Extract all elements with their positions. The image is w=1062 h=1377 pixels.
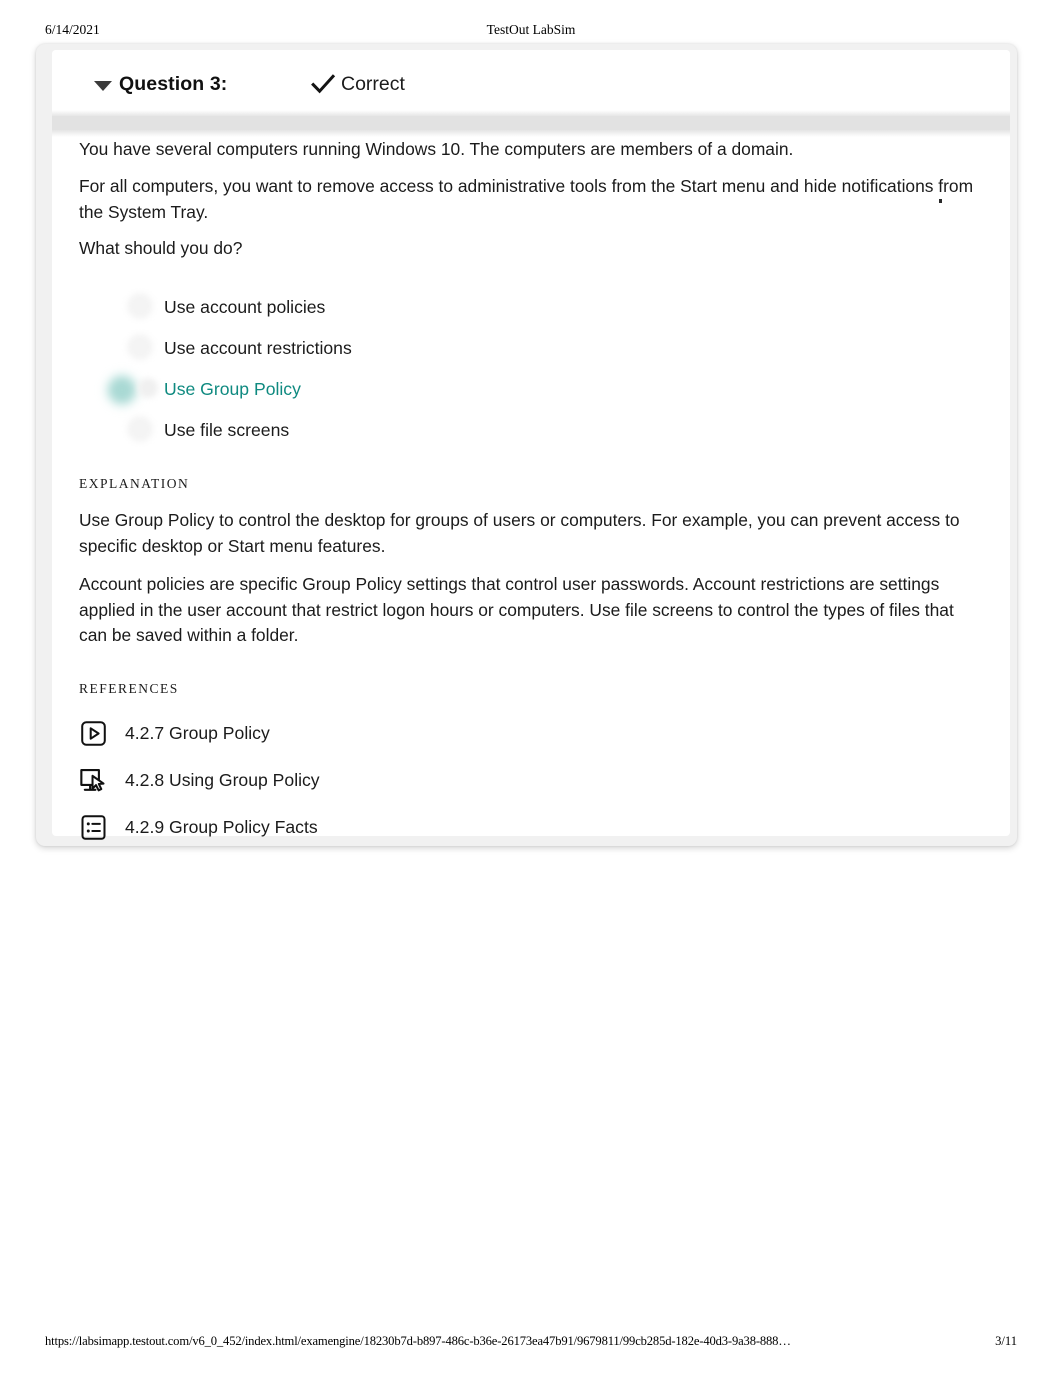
answer-option-label: Use account restrictions (164, 337, 352, 358)
page-artifact-dot (939, 199, 942, 203)
radio-button[interactable] (130, 336, 152, 359)
radio-button-selected[interactable] (110, 377, 158, 402)
question-number-label: Question 3: (119, 73, 228, 95)
reference-item-label: 4.2.7 Group Policy (125, 723, 270, 744)
references-section: REFERENCES 4.2.7 Group Policy 4.2.8 Usin… (52, 681, 1010, 851)
question-status-label: Correct (341, 73, 405, 95)
radio-button[interactable] (130, 295, 152, 318)
print-footer: https://labsimapp.testout.com/v6_0_452/i… (0, 1334, 1062, 1354)
facts-list-icon (79, 813, 108, 842)
print-footer-page-number: 3/11 (995, 1334, 1017, 1348)
reference-item-label: 4.2.8 Using Group Policy (125, 770, 320, 791)
header-divider (52, 116, 1010, 130)
question-card: Question 3: Correct You have several com… (36, 44, 1017, 846)
references-heading: REFERENCES (79, 681, 179, 697)
question-header[interactable]: Question 3: Correct (52, 50, 1010, 116)
print-title: TestOut LabSim (486, 22, 576, 37)
answer-option-1[interactable]: Use account restrictions (52, 327, 1010, 368)
explanation-heading: EXPLANATION (79, 476, 190, 492)
question-prompt-line: For all computers, you want to remove ac… (79, 175, 974, 222)
question-prompt-line: You have several computers running Windo… (79, 139, 794, 159)
question-card-body: Question 3: Correct You have several com… (52, 50, 1010, 840)
caret-down-icon[interactable] (94, 81, 112, 91)
print-header: 6/14/2021 TestOut LabSim (0, 22, 1062, 42)
reference-item-2[interactable]: 4.2.9 Group Policy Facts (52, 804, 1010, 851)
checkmark-icon (310, 72, 336, 98)
radio-circle-selected-icon (110, 377, 134, 402)
radio-circle-icon (130, 295, 150, 316)
answer-options: Use account policies Use account restric… (52, 286, 1010, 450)
reference-item-1[interactable]: 4.2.8 Using Group Policy (52, 757, 1010, 804)
answer-option-label: Use file screens (164, 419, 290, 440)
answer-option-label: Use account policies (164, 296, 326, 317)
references-list: 4.2.7 Group Policy 4.2.8 Using Group Pol… (52, 710, 1010, 851)
radio-circle-icon (130, 418, 150, 439)
explanation-paragraph: Use Group Policy to control the desktop … (79, 510, 960, 556)
answer-option-0[interactable]: Use account policies (52, 286, 1010, 327)
explanation-section: EXPLANATION Use Group Policy to control … (52, 476, 1010, 649)
answer-option-2[interactable]: Use Group Policy (52, 368, 1010, 409)
radio-circle-icon (138, 377, 158, 398)
lab-monitor-cursor-icon (79, 766, 108, 795)
question-prompt-line: What should you do? (79, 238, 243, 259)
radio-button[interactable] (130, 418, 152, 441)
reference-item-label: 4.2.9 Group Policy Facts (125, 817, 318, 838)
video-play-icon (79, 719, 108, 748)
header-divider-bottom-fade (52, 130, 1010, 137)
answer-option-label: Use Group Policy (164, 378, 301, 399)
answer-option-3[interactable]: Use file screens (52, 409, 1010, 450)
radio-circle-icon (130, 336, 150, 357)
reference-item-0[interactable]: 4.2.7 Group Policy (52, 710, 1010, 757)
print-footer-url: https://labsimapp.testout.com/v6_0_452/i… (45, 1334, 791, 1348)
explanation-paragraph: Account policies are specific Group Poli… (79, 573, 954, 646)
question-body: You have several computers running Windo… (52, 137, 1010, 851)
